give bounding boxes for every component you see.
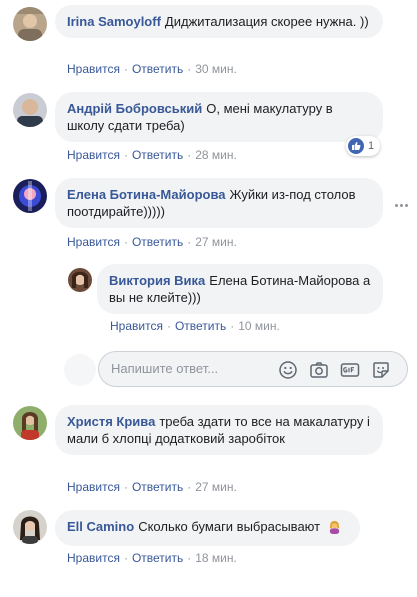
reply-link[interactable]: Ответить <box>132 480 183 494</box>
comment-author[interactable]: Елена Ботина-Майорова <box>67 187 226 202</box>
gif-icon[interactable] <box>340 360 360 380</box>
thumbs-up-icon <box>348 138 364 154</box>
comment-text: Сколько бумаги выбрасывают <box>138 519 321 534</box>
like-link[interactable]: Нравится <box>67 148 120 162</box>
comment-actions: Нравится · Ответить · 30 мин. <box>67 62 237 76</box>
reaction-badge[interactable]: 1 <box>346 136 381 156</box>
comment-time[interactable]: 27 мин. <box>195 235 237 249</box>
avatar[interactable] <box>13 7 47 41</box>
comment-bubble: Елена Ботина-Майорова Жуйки из-под столов… <box>55 178 383 228</box>
comment-bubble: Irina Samoyloff Диджитализация скорее нуж… <box>55 5 383 38</box>
reply-link[interactable]: Ответить <box>132 148 183 162</box>
avatar[interactable] <box>68 268 92 292</box>
comment-actions: Нравится · Ответить · 18 мин. <box>67 551 237 565</box>
comment-time[interactable]: 30 мин. <box>195 62 237 76</box>
woman-gesturing-emoji-icon <box>327 519 342 538</box>
reply-link[interactable]: Ответить <box>132 62 183 76</box>
comment-time[interactable]: 10 мин. <box>238 319 280 333</box>
like-link[interactable]: Нравится <box>67 480 120 494</box>
like-link[interactable]: Нравится <box>67 551 120 565</box>
comment-author[interactable]: Irina Samoyloff <box>67 14 161 29</box>
avatar[interactable] <box>13 93 47 127</box>
comment-actions: Нравится · Ответить · 27 мин. <box>67 480 237 494</box>
reply-link[interactable]: Ответить <box>175 319 226 333</box>
comment-actions: Нравится · Ответить · 27 мин. <box>67 235 237 249</box>
comment-author[interactable]: Христя Крива <box>67 414 155 429</box>
sticker-icon[interactable] <box>371 360 391 380</box>
comment-actions: Нравится · Ответить · 28 мин. <box>67 148 237 162</box>
comment-bubble: Ell Camino Сколько бумаги выбрасывают <box>55 510 360 546</box>
comment-bubble: Христя Крива треба здати то все на макала… <box>55 405 383 455</box>
reply-input[interactable] <box>111 361 271 376</box>
like-link[interactable]: Нравится <box>110 319 163 333</box>
comment-text: Диджитализация скорее нужна. )) <box>164 14 369 29</box>
comment-author[interactable]: Андрій Бобровський <box>67 101 202 116</box>
emoji-icon[interactable] <box>278 360 298 380</box>
avatar[interactable] <box>13 406 47 440</box>
avatar[interactable] <box>13 510 47 544</box>
camera-icon[interactable] <box>309 360 329 380</box>
like-link[interactable]: Нравится <box>67 62 120 76</box>
comment-time[interactable]: 18 мин. <box>195 551 237 565</box>
current-user-avatar <box>64 354 96 386</box>
comment-time[interactable]: 27 мин. <box>195 480 237 494</box>
reply-box[interactable] <box>98 351 408 387</box>
comment-bubble: Виктория Вика Елена Ботина-Майорова а вы … <box>97 264 383 314</box>
comment-time[interactable]: 28 мин. <box>195 148 237 162</box>
comment-author[interactable]: Виктория Вика <box>109 273 205 288</box>
comment-author[interactable]: Ell Camino <box>67 519 134 534</box>
comment-bubble: Андрій Бобровський О, мені макулатуру в ш… <box>55 92 383 142</box>
comment-actions: Нравится · Ответить · 10 мин. <box>110 319 280 333</box>
like-link[interactable]: Нравится <box>67 235 120 249</box>
more-options-icon[interactable] <box>393 197 409 213</box>
avatar[interactable] <box>13 179 47 213</box>
reply-link[interactable]: Ответить <box>132 551 183 565</box>
reaction-count: 1 <box>368 140 375 152</box>
reply-link[interactable]: Ответить <box>132 235 183 249</box>
